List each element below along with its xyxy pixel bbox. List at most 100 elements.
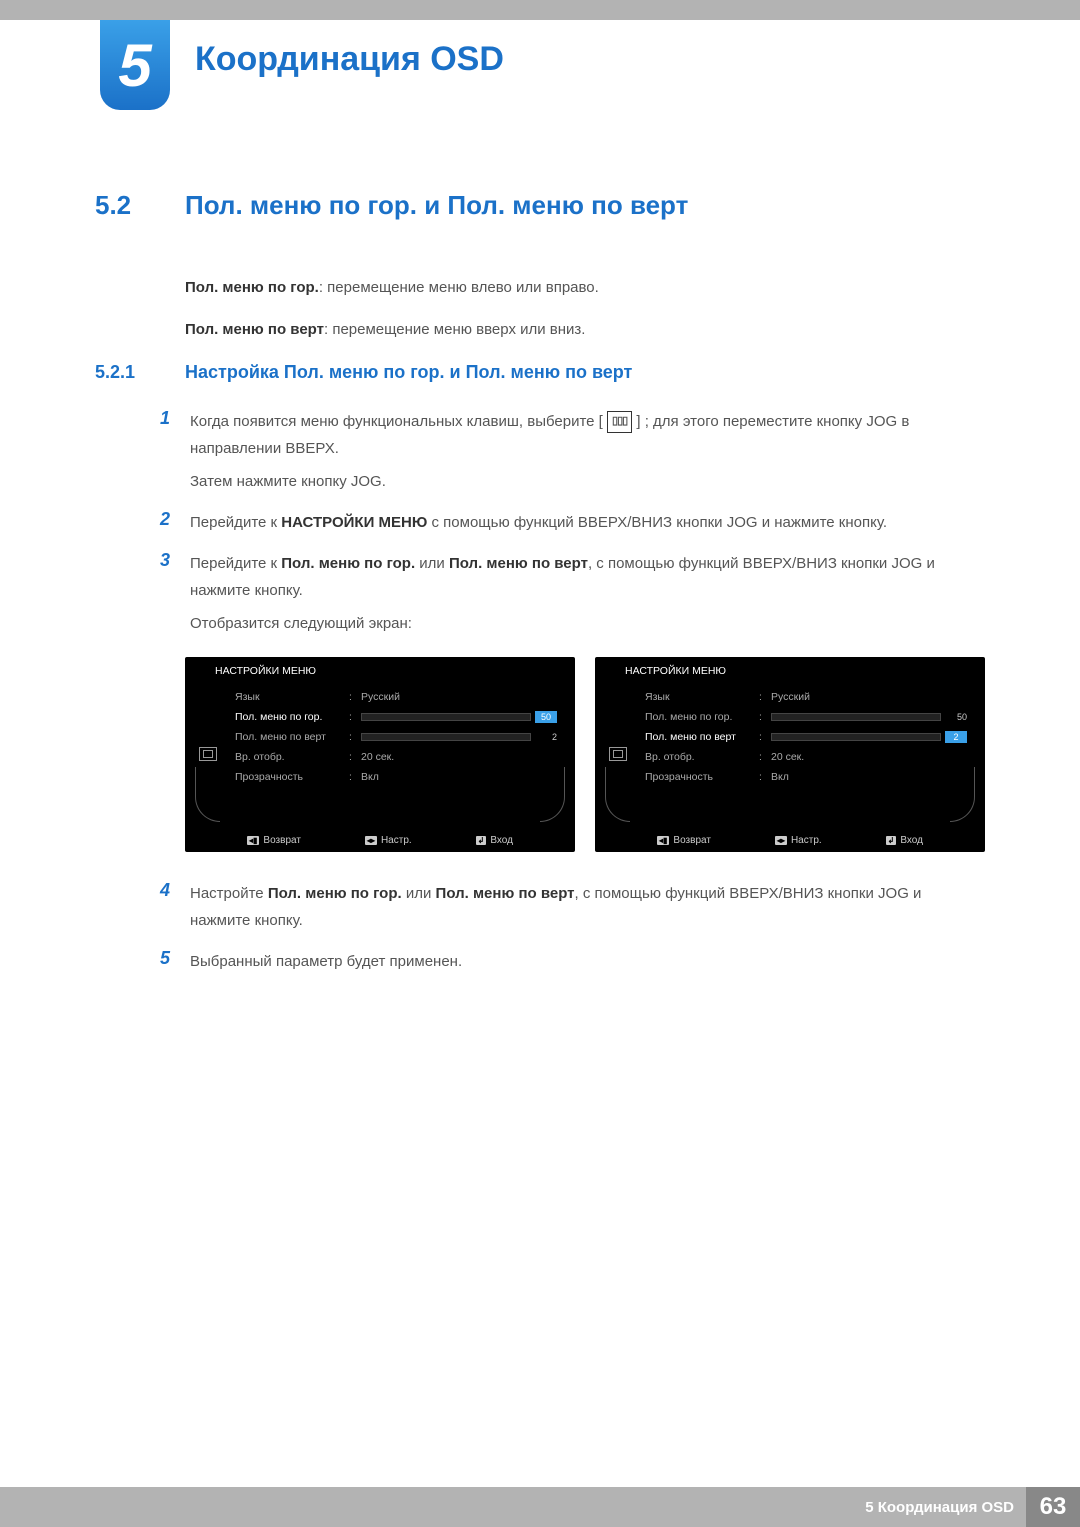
osd-row-hpos: Пол. меню по гор.: 50	[645, 707, 967, 727]
osd-row-time: Вр. отобр.: 20 сек.	[235, 747, 557, 767]
step-list-after: 4 Настройте Пол. меню по гор. или Пол. м…	[160, 880, 985, 975]
page-footer: 5 Координация OSD 63	[0, 1487, 1080, 1527]
step-list: 1 Когда появится меню функциональных кла…	[160, 408, 985, 637]
chapter-title: Координация OSD	[195, 40, 504, 79]
top-bar	[0, 0, 1080, 20]
t: Перейдите к	[190, 555, 281, 572]
intro-rest-2: : перемещение меню вверх или вниз.	[324, 321, 586, 338]
osd-side-icon	[199, 747, 217, 761]
osd-row-hpos: Пол. меню по гор.: 50	[235, 707, 557, 727]
menu-icon: ▯▯▯	[607, 411, 632, 433]
intro-bold-2: Пол. меню по верт	[185, 321, 324, 338]
value: Вкл	[771, 771, 967, 783]
step-2: 2 Перейдите к НАСТРОЙКИ МЕНЮ с помощью ф…	[160, 509, 985, 536]
footer-back: ◂▮Возврат	[247, 835, 301, 846]
back-icon: ◂▮	[657, 836, 669, 845]
t: Перейдите к	[190, 514, 281, 531]
label: Вр. отобр.	[645, 751, 755, 763]
value: Вкл	[361, 771, 557, 783]
osd-panel-vpos: НАСТРОЙКИ МЕНЮ Язык: Русский Пол. меню п…	[595, 657, 985, 852]
t: Выбранный параметр будет применен.	[190, 953, 462, 970]
content: 5.2 Пол. меню по гор. и Пол. меню по вер…	[95, 190, 985, 989]
value: 50	[771, 712, 967, 722]
chapter-number: 5	[118, 31, 151, 100]
slider-value: 2	[945, 731, 967, 743]
label: Пол. меню по гор.	[235, 711, 345, 723]
step-5: 5 Выбранный параметр будет применен.	[160, 948, 985, 975]
back-icon: ◂▮	[247, 836, 259, 845]
footer-enter: ↲Вход	[476, 835, 513, 846]
value: Русский	[771, 691, 967, 703]
b: НАСТРОЙКИ МЕНЮ	[281, 514, 427, 531]
b: Пол. меню по верт	[436, 885, 575, 902]
osd-row-lang: Язык: Русский	[235, 687, 557, 707]
arc-right	[540, 767, 565, 822]
adjust-icon: ◂▸	[365, 836, 377, 845]
section-number: 5.2	[95, 190, 185, 221]
osd-side-icon	[609, 747, 627, 761]
step-3: 3 Перейдите к Пол. меню по гор. или Пол.…	[160, 550, 985, 637]
osd-footer: ◂▮Возврат ◂▸Настр. ↲Вход	[595, 835, 985, 846]
t: Настройте	[190, 885, 268, 902]
footer-enter: ↲Вход	[886, 835, 923, 846]
step1-sub: Затем нажмите кнопку JOG.	[190, 468, 985, 495]
step3-sub: Отобразится следующий экран:	[190, 610, 985, 637]
intro-bold-1: Пол. меню по гор.	[185, 279, 319, 296]
osd-row-lang: Язык: Русский	[645, 687, 967, 707]
section-title: Пол. меню по гор. и Пол. меню по верт	[185, 190, 688, 221]
intro-line-1: Пол. меню по гор.: перемещение меню влев…	[185, 276, 985, 300]
footer-page-number: 63	[1026, 1487, 1080, 1527]
t: или	[402, 885, 436, 902]
osd-panel-hpos: НАСТРОЙКИ МЕНЮ Язык: Русский Пол. меню п…	[185, 657, 575, 852]
step-body: Когда появится меню функциональных клави…	[190, 408, 985, 495]
slider-track	[771, 733, 941, 741]
label: Прозрачность	[235, 771, 345, 783]
step-4: 4 Настройте Пол. меню по гор. или Пол. м…	[160, 880, 985, 934]
osd-row-vpos: Пол. меню по верт: 2	[645, 727, 967, 747]
slider-track	[771, 713, 941, 721]
value: 20 сек.	[361, 751, 557, 763]
footer-adjust: ◂▸Настр.	[775, 835, 822, 846]
step-num: 3	[160, 550, 190, 637]
slider-track	[361, 713, 531, 721]
step-body: Выбранный параметр будет применен.	[190, 948, 985, 975]
step-num: 5	[160, 948, 190, 975]
adjust-icon: ◂▸	[775, 836, 787, 845]
enter-icon: ↲	[886, 836, 897, 845]
step-body: Перейдите к Пол. меню по гор. или Пол. м…	[190, 550, 985, 637]
section-heading: 5.2 Пол. меню по гор. и Пол. меню по вер…	[95, 190, 985, 221]
value: 20 сек.	[771, 751, 967, 763]
footer-label: 5 Координация OSD	[865, 1499, 1026, 1516]
label: Пол. меню по верт	[235, 731, 345, 743]
subsection-heading: 5.2.1 Настройка Пол. меню по гор. и Пол.…	[95, 362, 985, 383]
t: или	[415, 555, 449, 572]
arc-right	[950, 767, 975, 822]
value: 2	[771, 731, 967, 743]
value: Русский	[361, 691, 557, 703]
label: Вр. отобр.	[235, 751, 345, 763]
intro-block: Пол. меню по гор.: перемещение меню влев…	[185, 276, 985, 342]
enter-icon: ↲	[476, 836, 487, 845]
label: Пол. меню по гор.	[645, 711, 755, 723]
osd-row-vpos: Пол. меню по верт: 2	[235, 727, 557, 747]
osd-row-time: Вр. отобр.: 20 сек.	[645, 747, 967, 767]
b: Пол. меню по верт	[449, 555, 588, 572]
subsection-title: Настройка Пол. меню по гор. и Пол. меню …	[185, 362, 632, 383]
osd-rows: Язык: Русский Пол. меню по гор.: 50 Пол.…	[185, 687, 575, 787]
label: Прозрачность	[645, 771, 755, 783]
chapter-tab: 5	[100, 20, 170, 110]
step-1: 1 Когда появится меню функциональных кла…	[160, 408, 985, 495]
t: с помощью функций ВВЕРХ/ВНИЗ кнопки JOG …	[427, 514, 887, 531]
intro-line-2: Пол. меню по верт: перемещение меню ввер…	[185, 318, 985, 342]
b: Пол. меню по гор.	[268, 885, 402, 902]
label: Пол. меню по верт	[645, 731, 755, 743]
footer-back: ◂▮Возврат	[657, 835, 711, 846]
step-body: Настройте Пол. меню по гор. или Пол. мен…	[190, 880, 985, 934]
osd-title: НАСТРОЙКИ МЕНЮ	[185, 657, 575, 687]
intro-rest-1: : перемещение меню влево или вправо.	[319, 279, 599, 296]
value: 2	[361, 732, 557, 742]
slider-value: 50	[535, 711, 557, 723]
step-body: Перейдите к НАСТРОЙКИ МЕНЮ с помощью фун…	[190, 509, 985, 536]
b: Пол. меню по гор.	[281, 555, 415, 572]
slider-value: 50	[945, 712, 967, 722]
